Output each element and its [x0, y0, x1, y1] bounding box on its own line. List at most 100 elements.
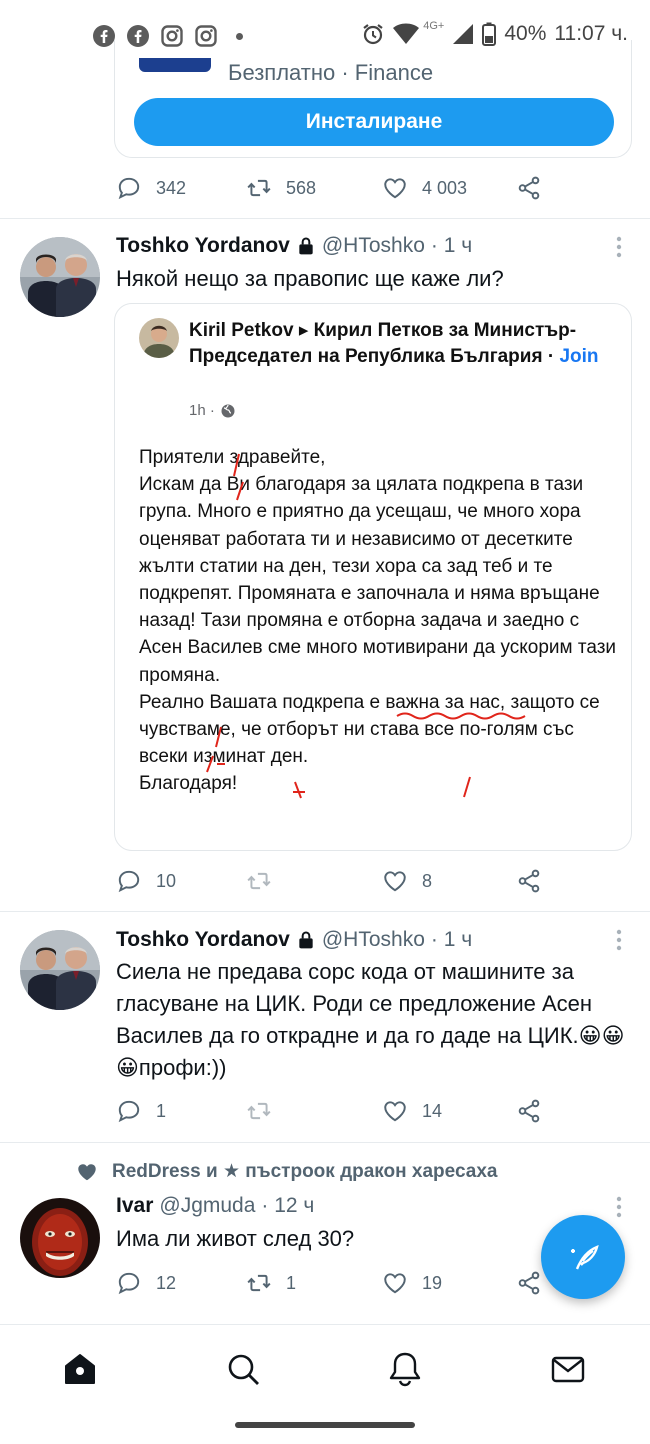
reply-count: 12 — [156, 1272, 177, 1293]
retweet-icon — [247, 1102, 271, 1120]
heart-icon — [384, 871, 406, 892]
author-name[interactable]: Ivar — [116, 1194, 153, 1218]
tweet-actions: 1 14 — [116, 1096, 556, 1126]
share-button[interactable] — [516, 175, 542, 201]
promoted-app-card[interactable]: Безплатно · Finance Инсталиране — [114, 40, 632, 158]
avatar-photo — [20, 1198, 100, 1278]
like-count: 4 003 — [422, 177, 468, 198]
reply-button[interactable]: 12 — [116, 1270, 176, 1296]
embedded-image[interactable]: Kiril Petkov ▸ Кирил Петков за Министър-… — [114, 303, 632, 851]
retweet-button[interactable]: 1 — [246, 1270, 296, 1296]
like-count: 19 — [422, 1272, 443, 1293]
heart-icon — [384, 178, 406, 199]
more-options-icon[interactable] — [616, 1196, 622, 1218]
globe-icon — [221, 404, 235, 417]
retweet-icon — [247, 179, 271, 197]
tweet-actions: 10 8 — [116, 866, 556, 896]
tweet-time[interactable]: · 1 ч — [431, 234, 472, 258]
protected-lock-icon — [299, 237, 313, 255]
tweet-header: Toshko Yordanov @HToshko · 1 ч — [116, 234, 472, 258]
author-name[interactable]: Toshko Yordanov — [116, 928, 290, 952]
fb-join-link: Join — [559, 346, 599, 367]
share-icon — [518, 1271, 540, 1295]
network-type: 4G+ — [423, 20, 445, 32]
avatar[interactable] — [20, 237, 100, 317]
divider — [0, 1142, 650, 1143]
avatar[interactable] — [20, 1198, 100, 1278]
search-icon[interactable] — [225, 1351, 261, 1387]
fb-author: Kiril Petkov — [189, 320, 294, 341]
heart-icon — [384, 1101, 406, 1122]
compose-tweet-button[interactable] — [541, 1215, 625, 1299]
tweet-header: Ivar @Jgmuda · 12 ч — [116, 1194, 314, 1218]
more-options-icon[interactable] — [616, 236, 622, 258]
app-logo — [139, 58, 211, 72]
tweet-time[interactable]: · 12 ч — [261, 1194, 314, 1218]
facebook-icon — [93, 25, 115, 47]
retweet-button[interactable] — [246, 1098, 286, 1124]
home-icon[interactable] — [62, 1351, 98, 1387]
more-notifications-dot — [236, 32, 243, 40]
retweet-button[interactable]: 568 — [246, 175, 316, 201]
reply-count: 342 — [156, 177, 187, 198]
divider — [0, 911, 650, 912]
fb-time: 1h · — [189, 402, 215, 419]
fb-post-body: Приятели здравейте, Искам да Ви благодар… — [139, 447, 617, 795]
author-handle[interactable]: @Jgmuda — [159, 1194, 255, 1218]
retweet-count: 568 — [286, 177, 317, 198]
liked-by-text[interactable]: RedDress и ★ пъстроок дракон харесаха — [112, 1160, 497, 1183]
install-button[interactable]: Инсталиране — [134, 98, 614, 146]
retweet-button[interactable] — [246, 868, 286, 894]
share-button[interactable] — [516, 1270, 542, 1296]
reply-count: 10 — [156, 870, 177, 891]
author-handle[interactable]: @HToshko — [322, 928, 425, 952]
tweet-header: Toshko Yordanov @HToshko · 1 ч — [116, 928, 472, 952]
tweet-time[interactable]: · 1 ч — [431, 928, 472, 952]
heart-filled-icon — [78, 1163, 96, 1180]
reply-icon — [118, 1272, 140, 1295]
fb-avatar — [139, 318, 179, 358]
retweet-icon — [247, 872, 271, 890]
retweet-icon — [247, 1274, 271, 1292]
avatar-photo — [20, 930, 100, 1010]
social-context: RedDress и ★ пъстроок дракон харесаха — [76, 1160, 497, 1183]
avatar-photo — [20, 237, 100, 317]
reply-icon — [118, 177, 140, 200]
share-button[interactable] — [516, 1098, 542, 1124]
reply-icon — [118, 870, 140, 893]
retweet-count: 1 — [286, 1272, 297, 1293]
fb-post-header: Kiril Petkov ▸ Кирил Петков за Министър-… — [189, 320, 599, 367]
more-options-icon[interactable] — [616, 929, 622, 951]
fb-arrow-icon: ▸ — [298, 320, 309, 341]
avatar[interactable] — [20, 930, 100, 1010]
divider — [0, 218, 650, 219]
share-button[interactable] — [516, 868, 542, 894]
messages-icon[interactable] — [550, 1351, 586, 1387]
tweet-text: Сиела не предава сорс кода от машините з… — [116, 959, 625, 1080]
like-button[interactable]: 8 — [382, 868, 432, 894]
like-count: 14 — [422, 1100, 443, 1121]
share-icon — [518, 869, 540, 893]
fb-meta: 1h · — [189, 402, 235, 419]
heart-icon — [384, 1273, 406, 1294]
reply-button[interactable]: 10 — [116, 868, 176, 894]
protected-lock-icon — [299, 931, 313, 949]
compose-feather-icon — [571, 1245, 599, 1270]
reply-button[interactable]: 1 — [116, 1098, 166, 1124]
reply-count: 1 — [156, 1100, 167, 1121]
like-count: 8 — [422, 870, 433, 891]
author-name[interactable]: Toshko Yordanov — [116, 234, 290, 258]
share-icon — [518, 1099, 540, 1123]
reply-icon — [118, 1100, 140, 1123]
reply-button[interactable]: 342 — [116, 175, 186, 201]
like-button[interactable]: 14 — [382, 1098, 442, 1124]
gesture-home-bar[interactable] — [235, 1422, 415, 1428]
app-subtitle: Безплатно · Finance — [228, 60, 434, 85]
notifications-icon[interactable] — [387, 1351, 423, 1387]
like-button[interactable]: 4 003 — [382, 175, 467, 201]
tweet-text: Някой нещо за правопис ще каже ли? — [116, 266, 504, 291]
like-button[interactable]: 19 — [382, 1270, 442, 1296]
share-icon — [518, 176, 540, 200]
author-handle[interactable]: @HToshko — [322, 234, 425, 258]
tweet-actions: 12 1 19 — [116, 1268, 556, 1298]
